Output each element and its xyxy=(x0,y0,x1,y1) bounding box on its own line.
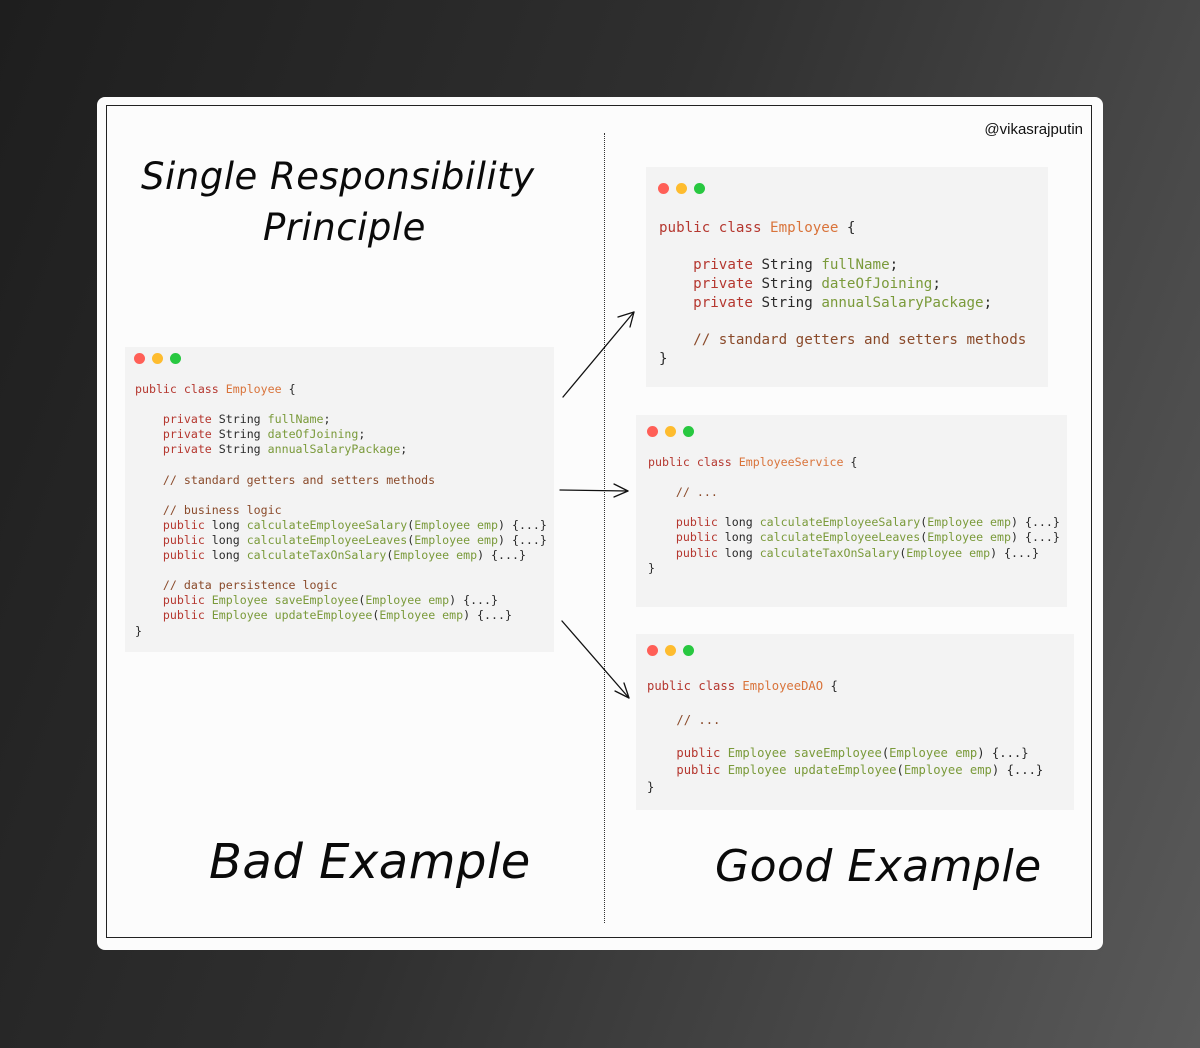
diagram-card: @vikasrajputin Single Responsibility Pri… xyxy=(97,97,1103,950)
arrow-to-employee xyxy=(562,311,635,398)
arrow-to-dao xyxy=(561,620,630,699)
arrows-layer xyxy=(559,311,635,699)
arrow-to-service xyxy=(559,483,629,498)
good-example-label: Good Example xyxy=(715,841,1042,892)
bad-example-label: Bad Example xyxy=(209,834,531,890)
